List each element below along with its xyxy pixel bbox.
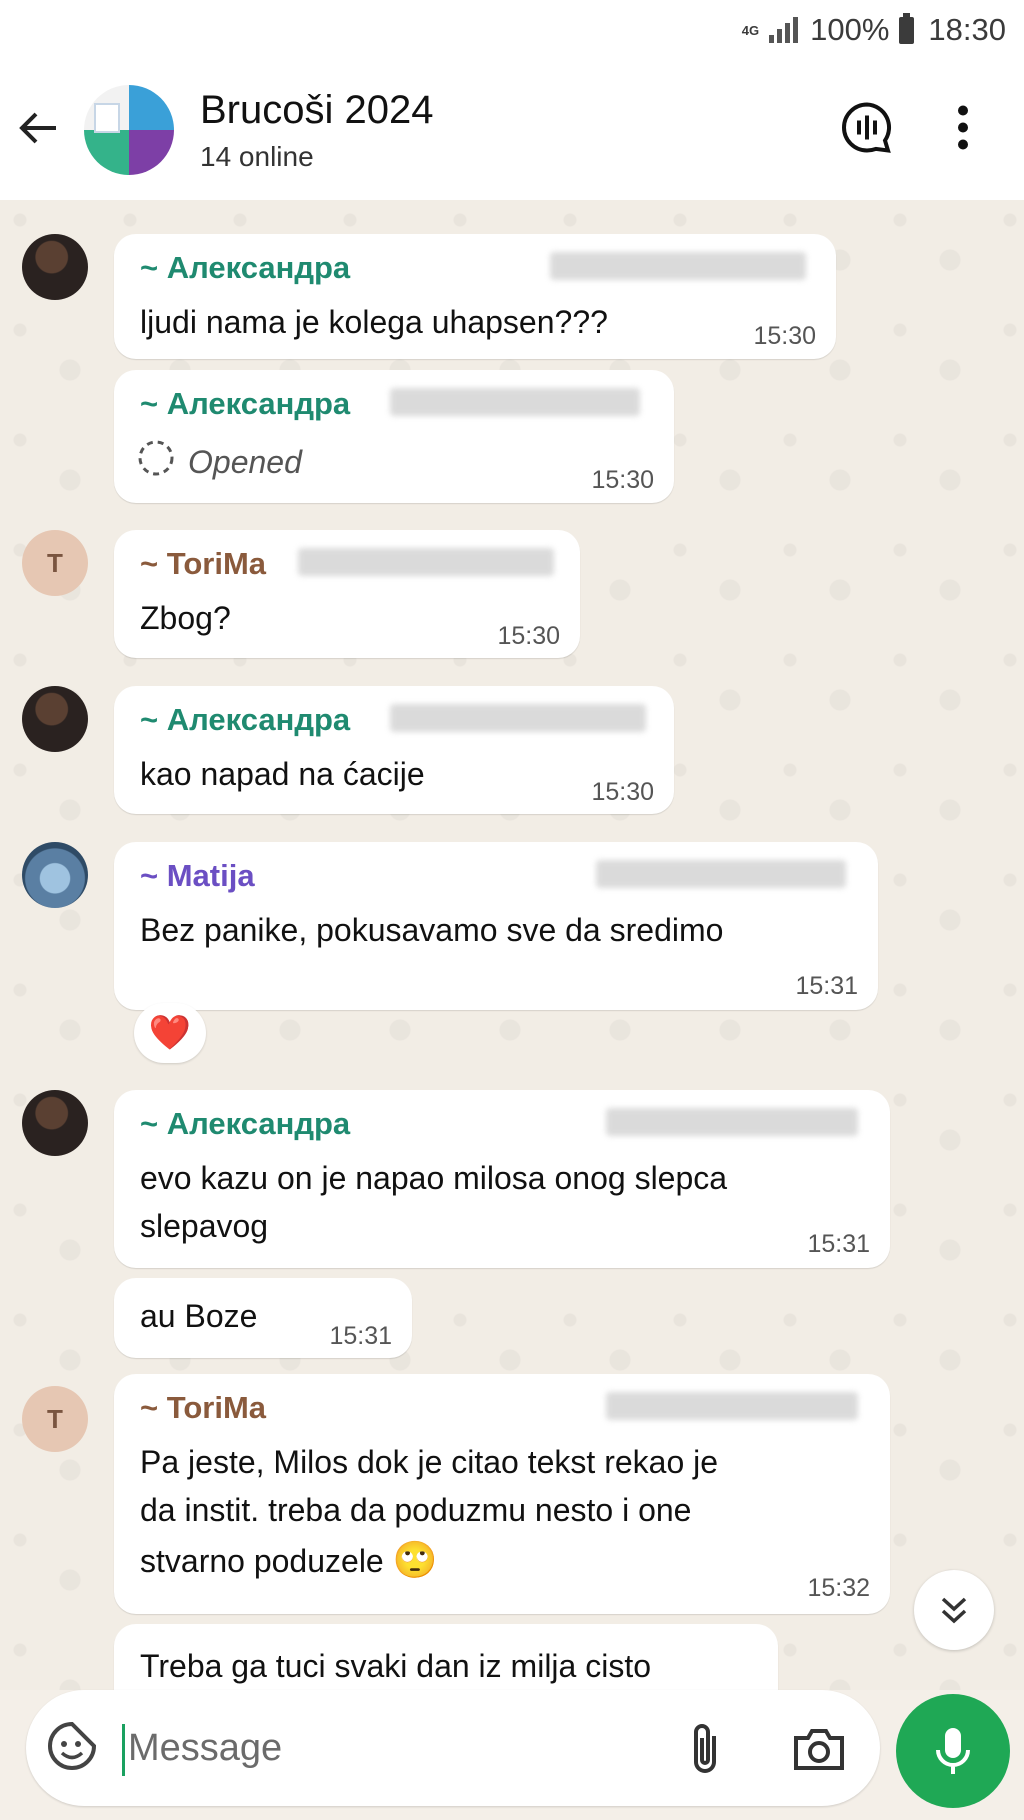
redacted-phone bbox=[596, 860, 846, 888]
status-bar: 4G 100% 18:30 bbox=[0, 0, 1024, 60]
signal-icon bbox=[769, 17, 799, 43]
redacted-phone bbox=[550, 252, 806, 280]
voice-chat-icon[interactable] bbox=[840, 101, 894, 160]
message-bubble[interactable]: ~ Александра ljudi nama je kolega uhapse… bbox=[114, 234, 836, 359]
message-input[interactable] bbox=[128, 1716, 668, 1780]
clock: 18:30 bbox=[928, 12, 1006, 47]
sender-name[interactable]: ~ Александра bbox=[140, 1106, 350, 1142]
message-list[interactable]: ~ Александра ljudi nama je kolega uhapse… bbox=[0, 200, 1024, 1690]
message-text-line: da instit. treba da poduzmu nesto i one bbox=[140, 1492, 692, 1528]
mic-button[interactable] bbox=[896, 1694, 1010, 1808]
message-text: ljudi nama je kolega uhapsen??? bbox=[140, 304, 608, 340]
online-count: 14 online bbox=[200, 140, 314, 172]
more-vertical-icon[interactable] bbox=[955, 105, 971, 156]
message-text-line: slepavog bbox=[140, 1208, 269, 1244]
redacted-phone bbox=[298, 548, 554, 576]
group-avatar[interactable] bbox=[84, 85, 174, 175]
message-time: 15:30 bbox=[591, 466, 654, 494]
sender-name[interactable]: ~ Александра bbox=[140, 250, 350, 286]
message-bubble[interactable]: ~ Александра kao napad na ćacije 15:30 bbox=[114, 686, 674, 814]
rolling-eyes-emoji: 🙄 bbox=[392, 1539, 438, 1580]
message-bubble[interactable]: au Boze 15:31 bbox=[114, 1278, 412, 1358]
avatar[interactable] bbox=[22, 842, 88, 908]
message-text-line: Pa jeste, Milos dok je citao tekst rekao… bbox=[140, 1444, 719, 1480]
view-once-status: Opened bbox=[136, 438, 302, 486]
redacted-phone bbox=[606, 1392, 858, 1420]
message-time: 15:30 bbox=[591, 778, 654, 806]
message-text: Zbog? bbox=[140, 600, 231, 636]
message-bubble[interactable]: ~ ToriMa Zbog? 15:30 bbox=[114, 530, 580, 658]
avatar[interactable] bbox=[22, 1090, 88, 1156]
message-text-line: stvarno poduzele 🙄 bbox=[140, 1536, 437, 1585]
network-type: 4G bbox=[741, 22, 760, 38]
message-time: 15:31 bbox=[329, 1322, 392, 1350]
message-text: au Boze bbox=[140, 1298, 258, 1334]
message-composer bbox=[26, 1690, 880, 1806]
battery-percent: 100% bbox=[810, 12, 890, 47]
chat-title: Brucoši 2024 bbox=[200, 87, 434, 132]
heart-icon: ❤️ bbox=[148, 1014, 192, 1052]
sender-name[interactable]: ~ Александра bbox=[140, 386, 350, 422]
avatar[interactable]: T bbox=[22, 530, 88, 596]
sender-name[interactable]: ~ ToriMa bbox=[140, 1390, 266, 1426]
message-time: 15:30 bbox=[753, 322, 816, 350]
heart-reaction[interactable]: ❤️ bbox=[134, 1003, 206, 1063]
sender-name[interactable]: ~ ToriMa bbox=[140, 546, 266, 582]
opened-label: Opened bbox=[188, 443, 302, 480]
redacted-phone bbox=[390, 704, 646, 732]
message-text-line: evo kazu on je napao milosa onog slepca bbox=[140, 1160, 728, 1196]
battery-icon bbox=[899, 12, 915, 44]
message-bubble[interactable]: ~ Matija Bez panike, pokusavamo sve da s… bbox=[114, 842, 878, 1010]
scroll-to-bottom-button[interactable] bbox=[914, 1570, 994, 1650]
message-text: kao napad na ćacije bbox=[140, 756, 425, 792]
sender-name[interactable]: ~ Matija bbox=[140, 858, 255, 894]
message-time: 15:31 bbox=[795, 972, 858, 1000]
redacted-phone bbox=[390, 388, 640, 416]
mic-icon bbox=[936, 1728, 970, 1774]
chat-header: Brucoši 2024 14 online bbox=[0, 60, 1024, 200]
avatar[interactable]: T bbox=[22, 1386, 88, 1452]
back-arrow-icon[interactable] bbox=[18, 103, 76, 157]
chevron-double-down-icon bbox=[941, 1597, 967, 1624]
message-text: Treba ga tuci svaki dan iz milja cisto bbox=[140, 1648, 652, 1684]
camera-icon[interactable] bbox=[792, 1726, 846, 1777]
avatar[interactable] bbox=[22, 234, 88, 300]
message-bubble[interactable]: Treba ga tuci svaki dan iz milja cisto bbox=[114, 1624, 778, 1690]
attach-icon[interactable] bbox=[688, 1722, 722, 1783]
loading-circle-icon bbox=[136, 438, 176, 486]
chat-title-block[interactable]: Brucoši 2024 14 online bbox=[200, 88, 433, 173]
sender-name[interactable]: ~ Александра bbox=[140, 702, 350, 738]
message-bubble[interactable]: ~ Александра Opened 15:30 bbox=[114, 370, 674, 503]
sticker-icon[interactable] bbox=[42, 1716, 102, 1781]
text-cursor bbox=[122, 1724, 125, 1776]
message-time: 15:32 bbox=[807, 1574, 870, 1602]
message-bubble[interactable]: ~ ToriMa Pa jeste, Milos dok je citao te… bbox=[114, 1374, 890, 1614]
message-time: 15:30 bbox=[497, 622, 560, 650]
message-text: Bez panike, pokusavamo sve da sredimo bbox=[140, 912, 724, 948]
avatar[interactable] bbox=[22, 686, 88, 752]
redacted-phone bbox=[606, 1108, 858, 1136]
message-bubble[interactable]: ~ Александра evo kazu on je napao milosa… bbox=[114, 1090, 890, 1268]
message-text-part: stvarno poduzele bbox=[140, 1543, 384, 1579]
message-time: 15:31 bbox=[807, 1230, 870, 1258]
